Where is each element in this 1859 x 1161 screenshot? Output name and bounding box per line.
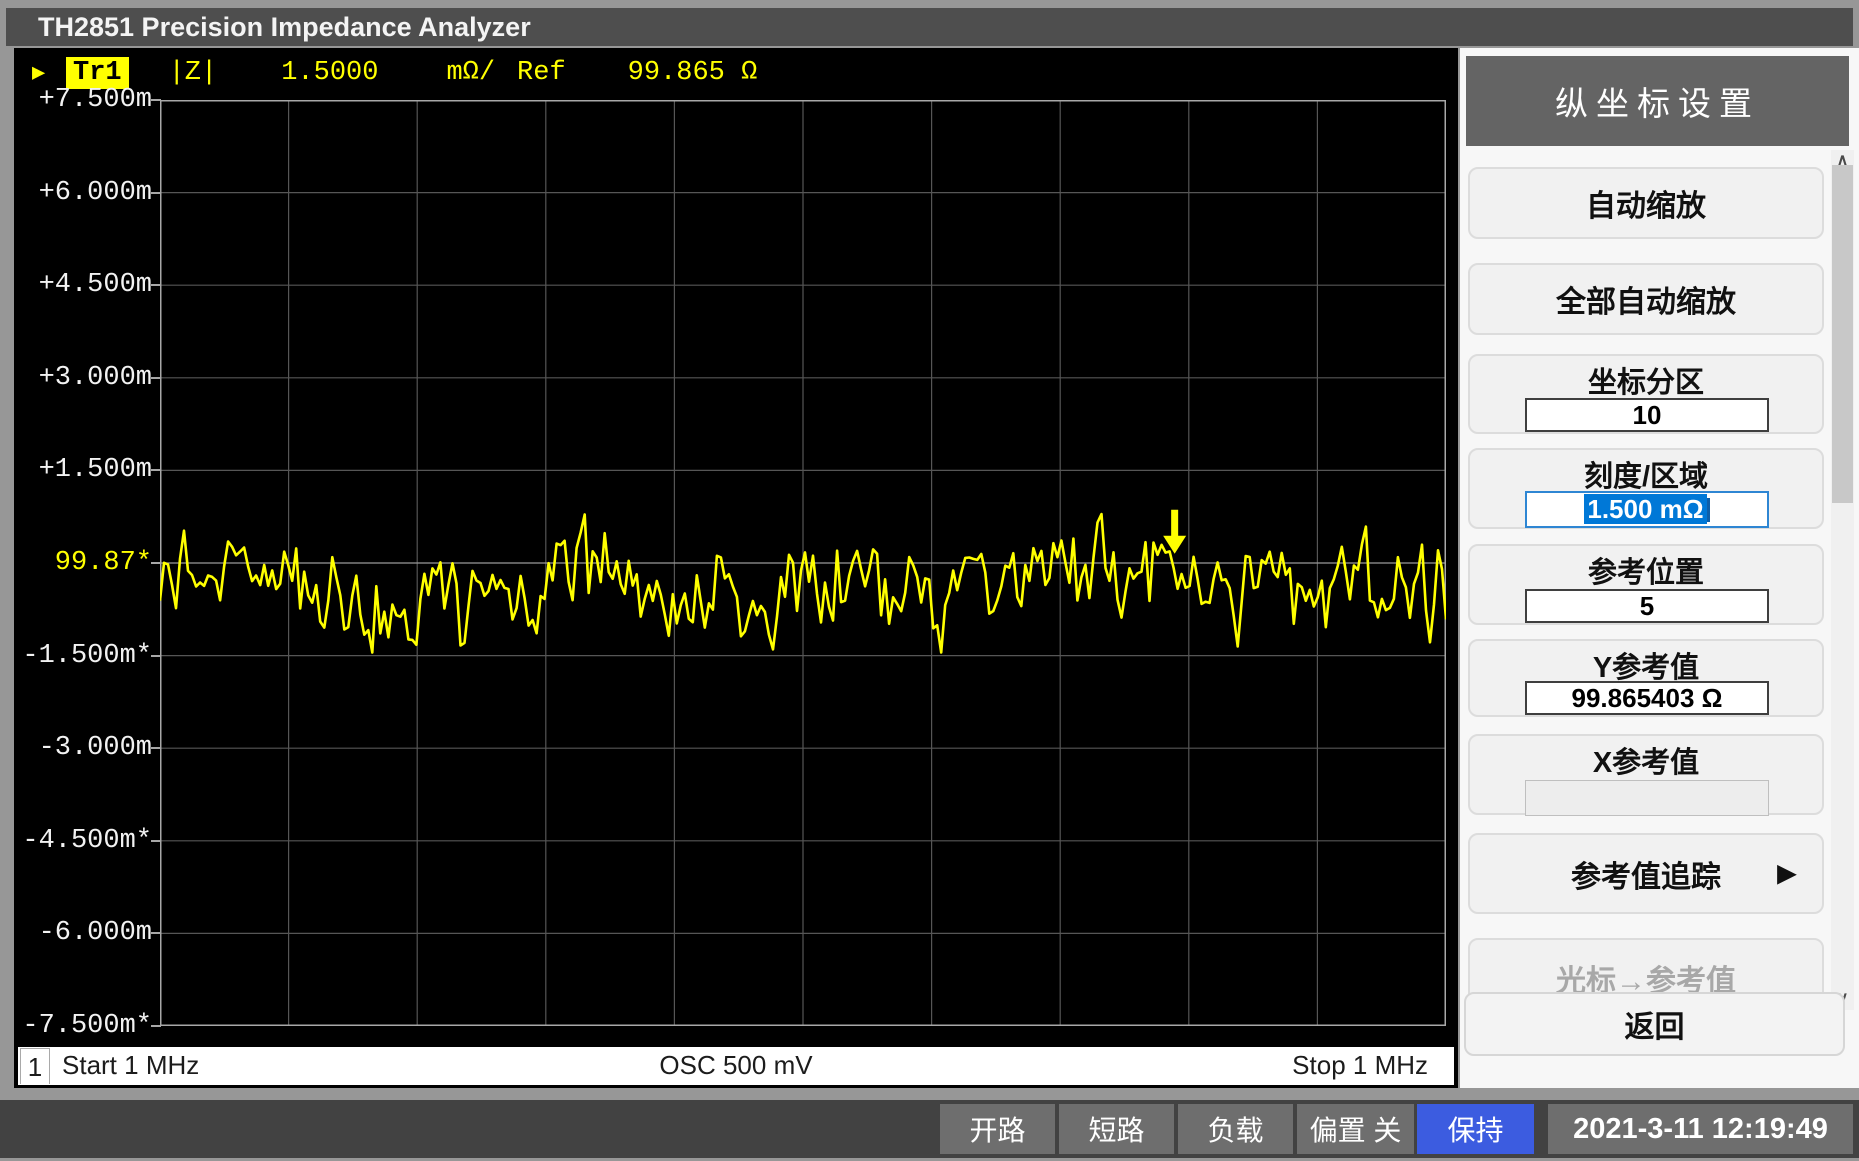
stop-frequency: Stop 1 MHz — [1292, 1047, 1428, 1083]
trace-header: ▶ Tr1 |Z| 1.5000 mΩ/ Ref 99.865 Ω — [14, 53, 1314, 93]
back-button[interactable]: 返回 — [1464, 992, 1845, 1056]
hold-button[interactable]: 保持 — [1417, 1104, 1534, 1154]
x-ref-value-input[interactable] — [1525, 780, 1769, 816]
scale-per-div-label: 刻度/区域 — [1470, 453, 1822, 495]
y-axis-label: +4.500m — [14, 269, 152, 301]
x-ref-value-group: X参考值 — [1468, 734, 1824, 815]
divisions-group: 坐标分区 10 — [1468, 354, 1824, 434]
scale-per-div-group: 刻度/区域 1.500 mΩ — [1468, 448, 1824, 529]
active-trace-icon: ▶ — [32, 60, 56, 86]
divisions-input[interactable]: 10 — [1525, 398, 1769, 432]
y-axis-label: +6.000m — [14, 177, 152, 209]
trace-ref-value: 99.865 Ω — [628, 58, 758, 88]
marker-arrow-icon[interactable] — [1163, 510, 1186, 554]
short-correction-button[interactable]: 短路 — [1059, 1104, 1174, 1154]
ref-tracking-button[interactable]: 参考值追踪 ▶ — [1468, 833, 1824, 914]
graph-region: ▶ Tr1 |Z| 1.5000 mΩ/ Ref 99.865 Ω +7.500… — [14, 48, 1458, 1088]
plot-area — [160, 100, 1446, 1026]
open-correction-button[interactable]: 开路 — [940, 1104, 1055, 1154]
ref-tracking-label: 参考值追踪 — [1571, 852, 1721, 896]
autoscale-button[interactable]: 自动缩放 — [1468, 167, 1824, 239]
trace-ref-label: Ref — [517, 58, 566, 88]
trace-scale-value: 1.5000 — [281, 58, 378, 88]
trace-parameter: |Z| — [169, 58, 218, 88]
side-panel: 纵坐标设置 自动缩放 全部自动缩放 坐标分区 10 刻度/区域 1.500 mΩ… — [1460, 48, 1859, 1088]
y-ref-value-input[interactable]: 99.865403 Ω — [1525, 681, 1769, 715]
submenu-arrow-icon: ▶ — [1778, 859, 1796, 888]
text-caret — [1707, 498, 1710, 522]
ref-position-group: 参考位置 5 — [1468, 544, 1824, 625]
y-axis-label: +7.500m — [14, 84, 152, 116]
y-ref-value-group: Y参考值 99.865403 Ω — [1468, 639, 1824, 717]
bias-off-button[interactable]: 偏置 关 — [1297, 1104, 1414, 1154]
ref-position-input[interactable]: 5 — [1525, 589, 1769, 623]
y-ref-value-label: Y参考值 — [1470, 644, 1822, 686]
x-ref-value-label: X参考值 — [1470, 739, 1822, 781]
y-axis-label: -4.500m* — [14, 825, 152, 857]
y-axis-label: -3.000m — [14, 732, 152, 764]
y-axis-label: -7.500m* — [14, 1010, 152, 1042]
frequency-strip: 1 Start 1 MHz OSC 500 mV Stop 1 MHz — [18, 1047, 1454, 1085]
scale-per-div-input[interactable]: 1.500 mΩ — [1525, 491, 1769, 528]
selected-text: 1.500 mΩ — [1584, 494, 1706, 524]
scrollbar-thumb[interactable] — [1832, 165, 1853, 503]
datetime-display: 2021-3-11 12:19:49 — [1548, 1104, 1853, 1154]
divisions-label: 坐标分区 — [1470, 359, 1822, 401]
panel-title: 纵坐标设置 — [1466, 56, 1849, 146]
y-axis-label: -1.500m* — [14, 640, 152, 672]
window-title: TH2851 Precision Impedance Analyzer — [6, 8, 1853, 46]
trace-scale-unit: mΩ/ — [446, 58, 495, 88]
y-axis-label: +1.500m — [14, 454, 152, 486]
impedance-plot — [160, 100, 1446, 1026]
autoscale-all-button[interactable]: 全部自动缩放 — [1468, 263, 1824, 335]
load-correction-button[interactable]: 负载 — [1178, 1104, 1293, 1154]
panel-scrollbar[interactable]: ∧ ∨ — [1831, 150, 1854, 1010]
y-axis-label: +3.000m — [14, 362, 152, 394]
y-axis-label: 99.87* — [14, 547, 152, 579]
y-axis-label: -6.000m — [14, 917, 152, 949]
osc-level: OSC 500 mV — [18, 1047, 1454, 1083]
status-bar: 开路 短路 负载 偏置 关 保持 2021-3-11 12:19:49 — [0, 1100, 1859, 1158]
ref-position-label: 参考位置 — [1470, 549, 1822, 591]
